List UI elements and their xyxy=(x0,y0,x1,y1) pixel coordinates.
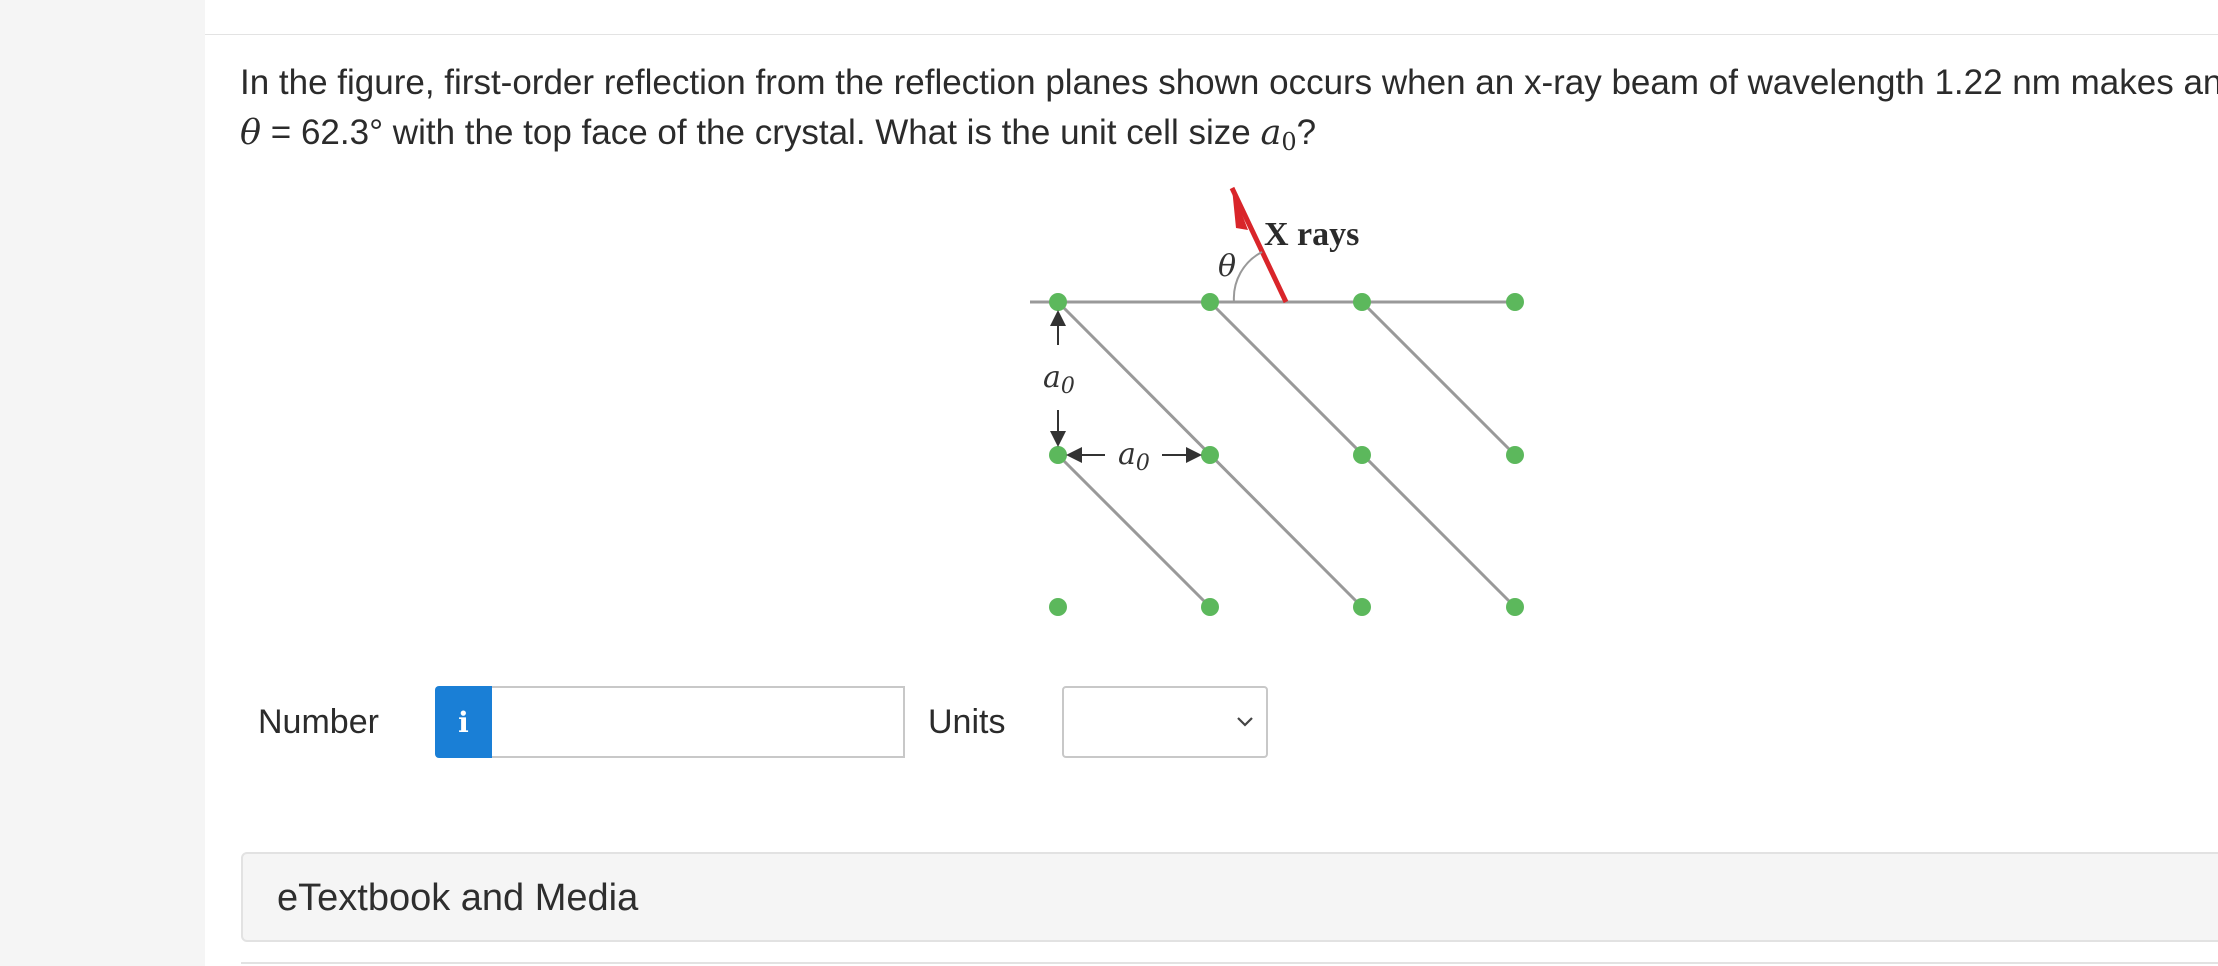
theta-label: θ xyxy=(1218,249,1236,284)
xrays-label: X rays xyxy=(1264,216,1359,253)
atom xyxy=(1201,598,1219,616)
bottom-divider xyxy=(241,962,2218,964)
theta-arc xyxy=(1232,251,1263,303)
reflection-plane-1 xyxy=(1056,453,1212,609)
number-label: Number xyxy=(258,703,379,741)
atom xyxy=(1049,293,1067,311)
number-input[interactable] xyxy=(492,686,905,758)
atom xyxy=(1353,446,1371,464)
etextbook-media-panel[interactable]: eTextbook and Media xyxy=(241,852,2218,942)
etextbook-media-title: eTextbook and Media xyxy=(277,877,639,919)
info-icon[interactable]: i xyxy=(435,686,492,758)
a0-vertical-symbol: a xyxy=(1043,360,1061,395)
atom xyxy=(1201,446,1219,464)
atom xyxy=(1201,293,1219,311)
crystal-diagram: a0 a0 θ X rays xyxy=(1030,186,1524,616)
atom xyxy=(1506,446,1524,464)
a0-horizontal-sub: 0 xyxy=(1136,451,1150,476)
atom xyxy=(1049,446,1067,464)
units-select[interactable] xyxy=(1062,686,1268,758)
atom xyxy=(1353,293,1371,311)
atom xyxy=(1049,598,1067,616)
a0-vertical-sub: 0 xyxy=(1061,374,1075,399)
a0-vertical-label: a0 xyxy=(1043,360,1075,399)
a0-horizontal-label: a0 xyxy=(1118,437,1150,476)
atom xyxy=(1506,598,1524,616)
atom xyxy=(1353,598,1371,616)
crystal-figure: a0 a0 θ X rays xyxy=(0,0,2218,700)
atom xyxy=(1506,293,1524,311)
reflection-plane-4 xyxy=(1360,300,1517,457)
chevron-down-icon xyxy=(1237,717,1253,727)
units-label: Units xyxy=(928,703,1006,741)
a0-horizontal-symbol: a xyxy=(1118,437,1136,472)
